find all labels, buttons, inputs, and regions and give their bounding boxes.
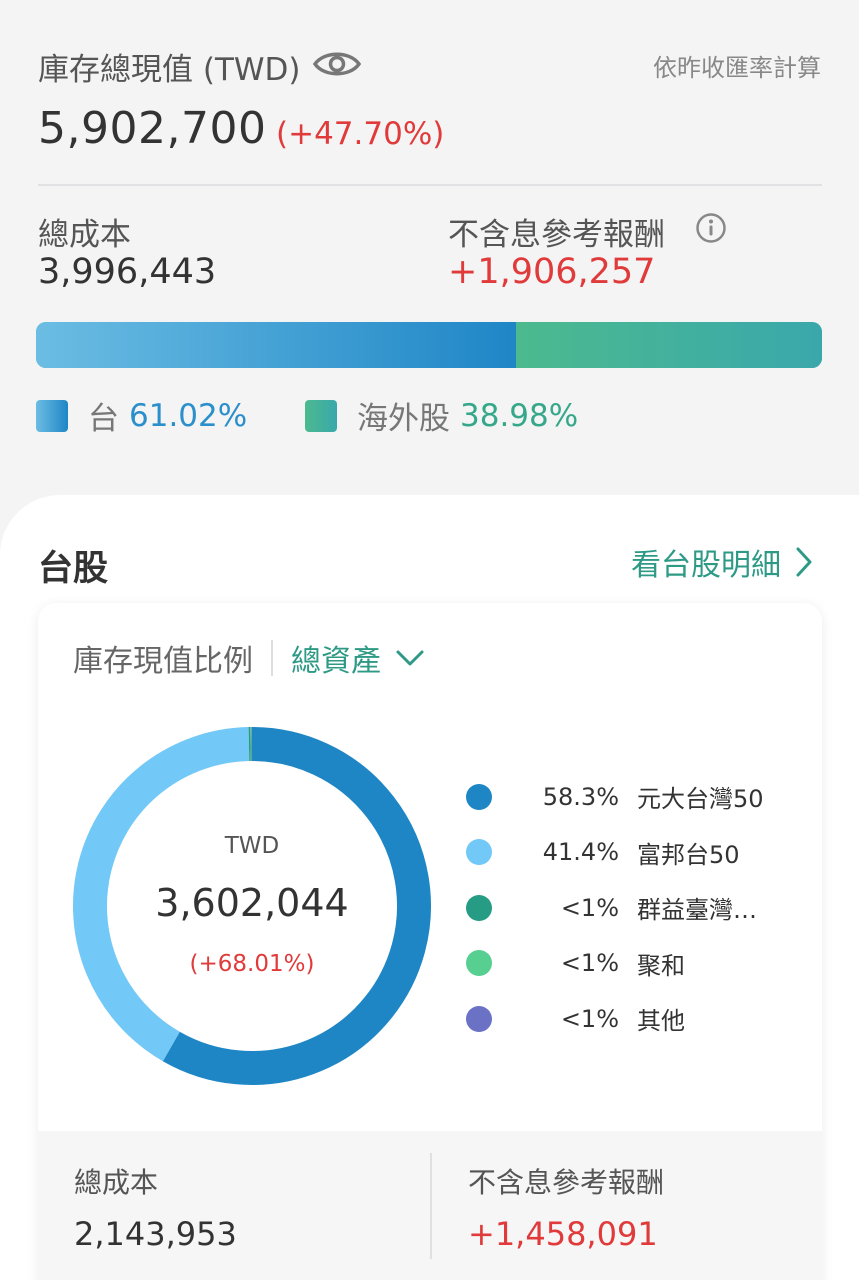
card-footer: 總成本 2,143,953 不含息參考報酬 +1,458,091 [38,1131,822,1280]
legend-holding-name: 群益臺灣… [637,896,757,925]
total-value-label: 庫存總現值 (TWD) [38,52,301,88]
chevron-right-icon [796,547,812,577]
legend-item: <1% 聚和 [466,936,806,992]
tw-swatch [36,399,68,432]
foot-cost-value: 2,143,953 [74,1215,237,1253]
center-currency: TWD [224,833,280,859]
foot-return-value: +1,458,091 [468,1215,658,1253]
foot-cost-label: 總成本 [74,1166,159,1199]
card-header: 庫存現值比例 總資產 [73,636,425,680]
foot-separator [430,1153,432,1259]
legend-overseas-name: 海外股 [357,401,450,437]
reference-return-value: +1,906,257 [448,252,656,292]
total-cost-value: 3,996,443 [38,252,217,292]
legend-tw: 台 61.02% [36,393,247,438]
legend-pct: <1% [560,893,619,922]
eye-icon[interactable] [312,46,362,82]
foot-return: 不含息參考報酬 +1,458,091 [468,1161,664,1253]
legend-tw-pct: 61.02% [129,397,248,434]
overseas-swatch [305,399,337,432]
legend-pct: <1% [560,949,619,978]
allocation-bar-overseas-segment [515,322,822,368]
legend-dot [466,839,492,866]
foot-cost: 總成本 2,143,953 [74,1161,237,1253]
foot-return-label: 不含息參考報酬 [468,1166,665,1199]
legend-holding-name: 富邦台50 [637,840,740,869]
legend-pct: 58.3% [542,782,619,811]
view-detail-link[interactable]: 看台股明細 [631,540,813,584]
legend-item: 58.3% 元大台灣50 [466,769,806,825]
legend-item: <1% 其他 [466,991,806,1047]
legend-tw-name: 台 [88,401,119,437]
holdings-card: 庫存現值比例 總資產 TWD 3,602,044 (+68.01%) 58.3%… [38,603,822,1280]
legend-overseas: 海外股 38.98% [305,393,578,438]
holdings-legend: 58.3% 元大台灣50 41.4% 富邦台50 <1% 群益臺灣… <1% 聚和 <1% 其他 [466,769,806,1047]
dropdown-value: 總資產 [291,644,381,679]
total-cost-label: 總成本 [38,217,131,253]
legend-holding-name: 其他 [637,1007,685,1036]
legend-dot [466,894,492,921]
info-icon[interactable] [695,212,727,244]
legend-holding-name: 聚和 [637,951,685,980]
legend-holding-name: 元大台灣50 [637,785,764,814]
card-label: 庫存現值比例 [73,644,253,679]
center-change: (+68.01%) [189,951,315,977]
total-value: 5,902,700 [38,103,267,154]
portfolio-summary: 庫存總現值 (TWD) 依昨收匯率計算 5,902,700 (+47.70%) … [0,0,859,500]
total-change-pct: (+47.70%) [276,116,445,152]
reference-return-label: 不含息參考報酬 [448,217,665,253]
view-detail-label: 看台股明細 [631,548,781,583]
legend-item: <1% 群益臺灣… [466,880,806,936]
basis-dropdown[interactable]: 總資產 [291,636,425,680]
legend-pct: 41.4% [542,838,619,867]
legend-overseas-pct: 38.98% [460,397,579,434]
donut-center: TWD 3,602,044 (+68.01%) [71,725,433,1087]
chevron-down-icon [396,650,424,666]
section-title: 台股 [38,549,109,589]
legend-pct: <1% [560,1004,619,1033]
allocation-bar [36,322,822,368]
center-value: 3,602,044 [155,881,349,925]
divider [38,184,822,186]
legend-dot [466,1005,492,1032]
legend-dot [466,783,492,810]
legend-item: 41.4% 富邦台50 [466,825,806,881]
allocation-bar-tw-segment [36,322,516,368]
legend-dot [466,950,492,977]
exchange-rate-note: 依昨收匯率計算 [653,54,821,82]
header-separator [271,640,273,676]
